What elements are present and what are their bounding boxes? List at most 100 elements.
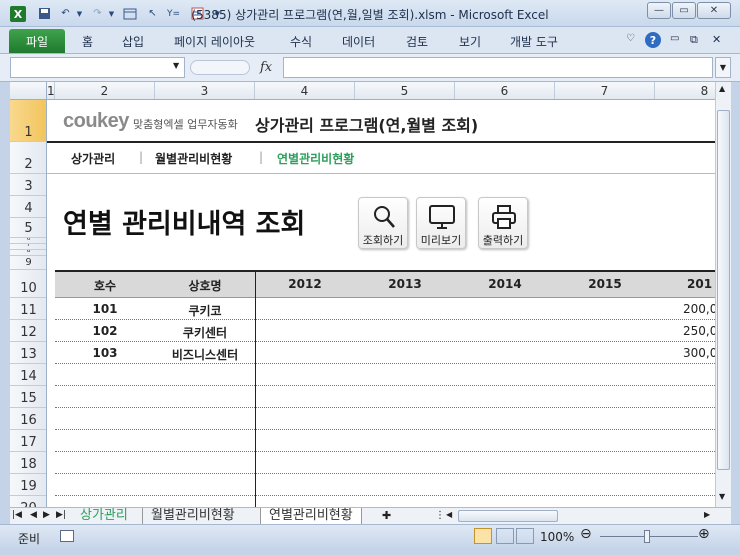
vertical-scrollbar[interactable]: ▲ ▼	[715, 82, 731, 507]
fx-icon[interactable]: fx	[260, 60, 272, 75]
page-title: 연별 관리비내역 조회	[63, 209, 306, 240]
table-row[interactable]	[55, 430, 715, 452]
row-header-17[interactable]: 17	[10, 430, 46, 452]
col-header-3[interactable]: 3	[155, 82, 255, 99]
chevron-down-icon[interactable]: ▼	[173, 61, 179, 70]
tab-view[interactable]: 보기	[459, 33, 481, 50]
new-sheet-icon[interactable]: ✚	[382, 509, 391, 522]
col-2012-header: 2012	[288, 277, 322, 291]
scroll-up-icon[interactable]: ▲	[719, 84, 725, 93]
tab-home[interactable]: 홈	[82, 33, 93, 50]
row-header-2[interactable]: 2	[10, 142, 46, 174]
tab-split-handle[interactable]: ⋮	[435, 510, 445, 521]
horizontal-scroll-thumb[interactable]	[458, 510, 558, 522]
row-header-14[interactable]: 14	[10, 364, 46, 386]
tab-developer[interactable]: 개발 도구	[510, 33, 558, 50]
workbook-minimize-icon[interactable]: ▭	[670, 33, 679, 44]
table-row[interactable]	[55, 408, 715, 430]
nav-item-yearly-fees[interactable]: 연별관리비현황	[277, 150, 354, 167]
ribbon-collapse-icon[interactable]: ♡	[626, 33, 635, 44]
preview-button[interactable]: 미리보기	[416, 197, 466, 249]
zoom-slider-thumb[interactable]	[644, 530, 650, 543]
search-button[interactable]: 조회하기	[358, 197, 408, 249]
scroll-right-icon[interactable]: ▶	[704, 510, 710, 519]
col-2013-header: 2013	[388, 277, 422, 291]
worksheet-grid[interactable]: coukey 맞춤형엑셀 업무자동화 상가관리 프로그램(연,월별 조회) 상가…	[47, 100, 715, 507]
tab-file[interactable]: 파일	[9, 29, 65, 53]
table-row[interactable]	[55, 452, 715, 474]
maximize-button[interactable]: ▭	[672, 2, 696, 19]
nav-item-shop-management[interactable]: 상가관리	[71, 150, 115, 167]
coukey-logo: coukey	[63, 110, 129, 132]
col-header-8[interactable]: 8	[655, 82, 715, 99]
print-button-label: 출력하기	[482, 234, 524, 247]
scroll-down-icon[interactable]: ▼	[719, 492, 725, 501]
row-header-18[interactable]: 18	[10, 452, 46, 474]
tab-formulas[interactable]: 수식	[290, 33, 312, 50]
row-header-4[interactable]: 4	[10, 196, 46, 218]
row-unit: 101	[92, 302, 118, 316]
row-header-16[interactable]: 16	[10, 408, 46, 430]
col-header-7[interactable]: 7	[555, 82, 655, 99]
zoom-level[interactable]: 100%	[540, 530, 574, 544]
row-header-3[interactable]: 3	[10, 174, 46, 196]
header-divider	[47, 141, 715, 143]
col-header-2[interactable]: 2	[55, 82, 155, 99]
minimize-button[interactable]: —	[647, 2, 671, 19]
help-icon[interactable]: ?	[645, 32, 661, 48]
nav-item-monthly-fees[interactable]: 월별관리비현황	[155, 150, 232, 167]
tab-data[interactable]: 데이터	[342, 33, 375, 50]
zoom-out-icon[interactable]: ⊖	[580, 526, 592, 542]
sheet-tab-bar: |◀ ◀ ▶ ▶| 상가관리 월별관리비현황 연별관리비현황 ✚ ⋮ ◀ ▶	[10, 507, 731, 525]
row-header-10[interactable]: 10	[10, 270, 46, 298]
print-button[interactable]: 출력하기	[478, 197, 528, 249]
workbook-restore-icon[interactable]: ⧉	[690, 33, 698, 47]
table-row[interactable]	[55, 386, 715, 408]
col-header-4[interactable]: 4	[255, 82, 355, 99]
col-2015-header: 2015	[588, 277, 622, 291]
normal-view-icon[interactable]	[474, 528, 492, 544]
row-header-20[interactable]: 20	[10, 496, 46, 507]
macro-record-icon[interactable]	[60, 530, 74, 542]
name-box[interactable]: ▼	[10, 57, 185, 78]
row-header-15[interactable]: 15	[10, 386, 46, 408]
row-header-1[interactable]: 1	[10, 100, 46, 142]
row-header-9[interactable]: 9	[10, 256, 46, 270]
nav-divider	[47, 173, 715, 174]
row-header-19[interactable]: 19	[10, 474, 46, 496]
row-header-5[interactable]: 5	[10, 218, 46, 238]
col-header-6[interactable]: 6	[455, 82, 555, 99]
formula-input[interactable]	[283, 57, 713, 78]
row-header-12[interactable]: 12	[10, 320, 46, 342]
page-layout-view-icon[interactable]	[496, 528, 514, 544]
sheet-tab-yearly[interactable]: 연별관리비현황	[260, 508, 362, 525]
col-header-1[interactable]: 1	[47, 82, 55, 99]
sheet-tab-monthly[interactable]: 월별관리비현황	[142, 508, 243, 525]
table-row[interactable]	[55, 364, 715, 386]
table-row[interactable]	[55, 474, 715, 496]
page-break-view-icon[interactable]	[516, 528, 534, 544]
formula-bar-splitter[interactable]	[190, 60, 250, 75]
tab-page-layout[interactable]: 페이지 레이아웃	[174, 33, 255, 50]
workbook-close-icon[interactable]: ✕	[712, 33, 721, 46]
ribbon-tabs: 파일 홈 삽입 페이지 레이아웃 수식 데이터 검토 보기 개발 도구 ♡ ? …	[0, 27, 740, 54]
prev-sheet-icon[interactable]: ◀	[30, 510, 37, 520]
close-button[interactable]: ✕	[697, 2, 731, 19]
scroll-left-icon[interactable]: ◀	[446, 510, 452, 519]
tab-insert[interactable]: 삽입	[122, 33, 144, 50]
formula-expand-button[interactable]: ▼	[715, 57, 731, 78]
row-header-11[interactable]: 11	[10, 298, 46, 320]
tab-review[interactable]: 검토	[406, 33, 428, 50]
row-header-13[interactable]: 13	[10, 342, 46, 364]
row-name: 쿠키코	[188, 304, 222, 318]
first-sheet-icon[interactable]: |◀	[12, 510, 22, 520]
zoom-in-icon[interactable]: ⊕	[698, 526, 710, 542]
window-title: (5385) 상가관리 프로그램(연,월,일별 조회).xlsm - Micro…	[191, 8, 549, 22]
sheet-tab-shop[interactable]: 상가관리	[72, 508, 136, 525]
vertical-scroll-thumb[interactable]	[717, 110, 730, 470]
last-sheet-icon[interactable]: ▶|	[56, 510, 66, 520]
select-all-corner[interactable]	[10, 82, 47, 100]
col-header-5[interactable]: 5	[355, 82, 455, 99]
printer-icon	[492, 205, 516, 229]
next-sheet-icon[interactable]: ▶	[43, 510, 50, 520]
